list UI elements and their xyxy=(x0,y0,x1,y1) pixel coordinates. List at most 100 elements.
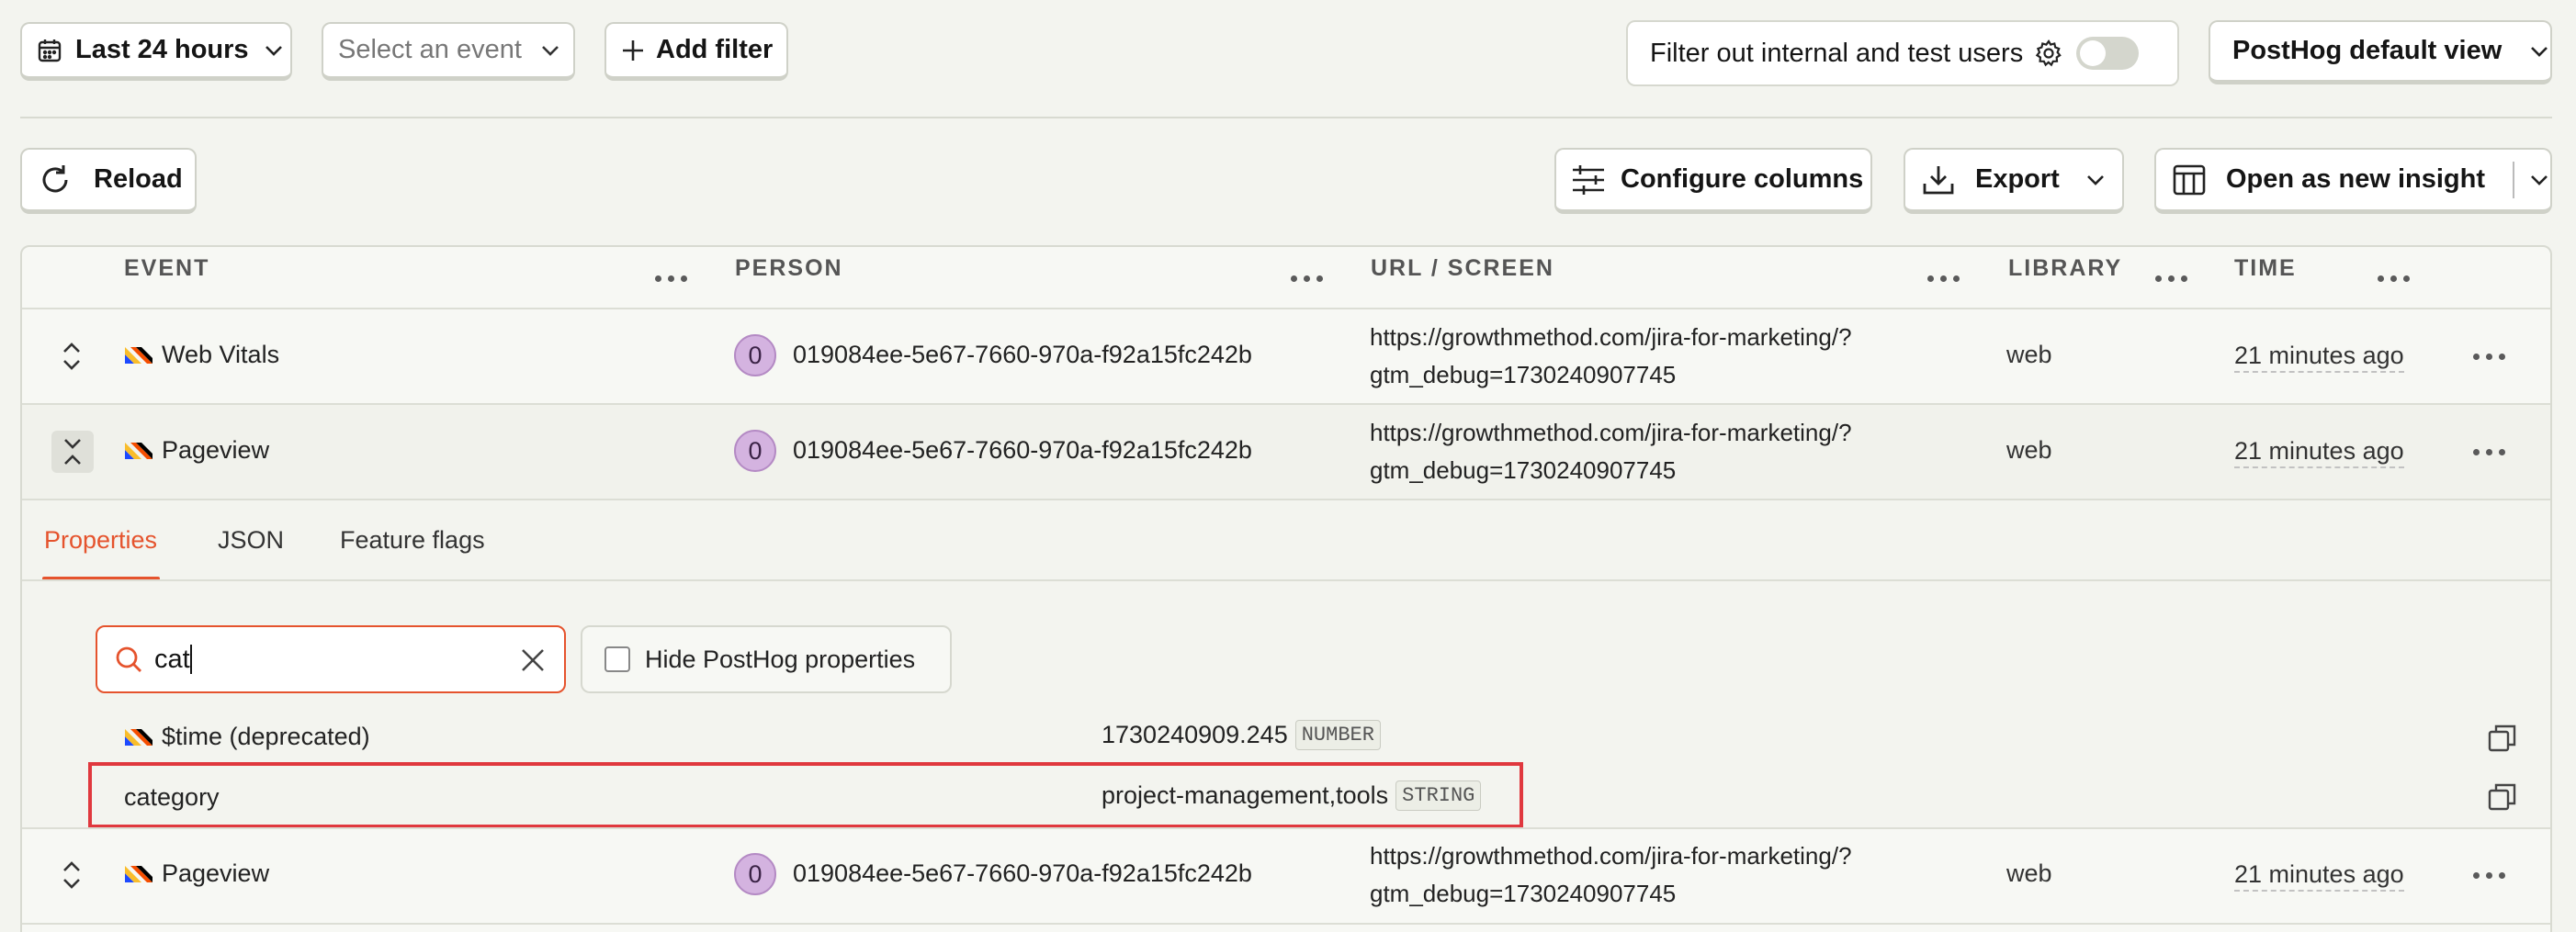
clear-icon[interactable] xyxy=(520,647,546,673)
posthog-logo-icon xyxy=(125,347,153,364)
event-name: Pageview xyxy=(162,436,270,464)
text-cursor xyxy=(189,645,192,674)
library-value: web xyxy=(2006,859,2052,887)
configure-columns-label: Configure columns xyxy=(1621,164,1864,194)
hide-posthog-label: Hide PostHog properties xyxy=(645,645,916,673)
url-cell[interactable]: https://growthmethod.com/jira-for-market… xyxy=(1370,837,1852,913)
event-select[interactable]: Select an event xyxy=(322,22,575,81)
plus-icon xyxy=(621,39,645,62)
table-row[interactable] xyxy=(22,309,2550,403)
copy-icon[interactable] xyxy=(2488,724,2517,753)
library-column-menu-icon[interactable] xyxy=(2155,275,2187,282)
table-row[interactable] xyxy=(22,829,2550,923)
view-label: PostHog default view xyxy=(2232,36,2503,65)
property-value-cell: project-management,tools STRING xyxy=(1102,780,1482,811)
event-select-placeholder: Select an event xyxy=(338,35,522,64)
header-library[interactable]: LIBRARY xyxy=(2008,255,2122,282)
property-name: $time (deprecated) xyxy=(162,723,370,750)
property-value[interactable]: project-management,tools xyxy=(1102,781,1388,809)
type-badge: STRING xyxy=(1395,780,1482,811)
open-insight-label: Open as new insight xyxy=(2226,164,2485,194)
open-insight-button[interactable]: Open as new insight xyxy=(2154,148,2552,214)
url-cell[interactable]: https://growthmethod.com/jira-for-market… xyxy=(1370,414,1852,489)
date-range-label: Last 24 hours xyxy=(75,35,249,64)
person-id[interactable]: 019084ee-5e67-7660-970a-f92a15fc242b xyxy=(793,436,1252,465)
sliders-icon xyxy=(1571,164,1606,196)
date-range-button[interactable]: Last 24 hours xyxy=(20,22,292,81)
row-divider xyxy=(22,923,2550,925)
checkbox[interactable] xyxy=(604,646,630,672)
url-line: https://growthmethod.com/jira-for-market… xyxy=(1370,419,1852,446)
chevron-down-icon[interactable] xyxy=(2529,174,2549,186)
button-divider xyxy=(2513,161,2514,198)
type-badge: NUMBER xyxy=(1294,720,1381,750)
library-value: web xyxy=(2006,436,2052,464)
reload-label: Reload xyxy=(94,164,183,194)
avatar[interactable]: 0 xyxy=(734,430,776,472)
tab-properties[interactable]: Properties xyxy=(44,526,157,555)
url-column-menu-icon[interactable] xyxy=(1927,275,1960,282)
reload-button[interactable]: Reload xyxy=(20,148,197,214)
avatar[interactable]: 0 xyxy=(734,334,776,376)
library-value: web xyxy=(2006,341,2052,368)
property-value[interactable]: 1730240909.245 xyxy=(1102,721,1288,748)
person-id[interactable]: 019084ee-5e67-7660-970a-f92a15fc242b xyxy=(793,341,1252,369)
tab-label: JSON xyxy=(218,526,285,554)
add-filter-label: Add filter xyxy=(656,35,774,64)
property-name: category xyxy=(124,783,220,811)
table-icon xyxy=(2173,163,2206,197)
chevron-down-icon xyxy=(2085,174,2106,186)
property-search-input[interactable]: cat xyxy=(96,625,566,693)
configure-columns-button[interactable]: Configure columns xyxy=(1554,148,1872,214)
gear-icon[interactable] xyxy=(2034,39,2063,68)
time-value[interactable]: 21 minutes ago xyxy=(2234,435,2404,468)
expand-icon[interactable] xyxy=(61,859,83,891)
chevron-down-icon xyxy=(264,44,284,57)
chevron-down-icon xyxy=(2529,45,2549,58)
avatar[interactable]: 0 xyxy=(734,853,776,895)
copy-icon[interactable] xyxy=(2488,782,2517,812)
view-select[interactable]: PostHog default view xyxy=(2209,20,2552,84)
time-value[interactable]: 21 minutes ago xyxy=(2234,859,2404,892)
header-time[interactable]: TIME xyxy=(2234,255,2297,282)
url-line: gtm_debug=1730240907745 xyxy=(1370,361,1677,388)
search-icon xyxy=(114,645,143,674)
tabs-divider xyxy=(22,579,2550,581)
posthog-logo-icon xyxy=(125,443,153,459)
toggle-switch[interactable] xyxy=(2076,37,2140,70)
toggle-knob xyxy=(2080,40,2107,66)
toolbar-divider xyxy=(20,117,2552,118)
collapse-icon[interactable] xyxy=(51,431,94,473)
url-line: https://growthmethod.com/jira-for-market… xyxy=(1370,323,1852,351)
person-id[interactable]: 019084ee-5e67-7660-970a-f92a15fc242b xyxy=(793,859,1252,888)
tab-feature-flags[interactable]: Feature flags xyxy=(340,526,485,555)
expand-icon[interactable] xyxy=(61,341,83,372)
row-menu-icon[interactable] xyxy=(2473,449,2505,455)
row-menu-icon[interactable] xyxy=(2473,354,2505,360)
event-name: Web Vitals xyxy=(162,341,280,368)
hide-posthog-properties-toggle[interactable]: Hide PostHog properties xyxy=(581,625,952,693)
calendar-icon xyxy=(37,38,62,63)
header-url[interactable]: URL / SCREEN xyxy=(1371,255,1554,282)
internal-users-filter[interactable]: Filter out internal and test users xyxy=(1626,20,2179,86)
table-row[interactable] xyxy=(22,405,2550,499)
search-value: cat xyxy=(154,644,190,674)
time-value[interactable]: 21 minutes ago xyxy=(2234,340,2404,373)
person-column-menu-icon[interactable] xyxy=(1291,275,1323,282)
tab-json[interactable]: JSON xyxy=(218,526,284,555)
filter-internal-label: Filter out internal and test users xyxy=(1650,38,2024,68)
header-event[interactable]: EVENT xyxy=(124,255,209,282)
export-button[interactable]: Export xyxy=(1904,148,2124,214)
property-value-cell: 1730240909.245 NUMBER xyxy=(1102,720,1381,750)
url-cell[interactable]: https://growthmethod.com/jira-for-market… xyxy=(1370,319,1852,394)
header-person[interactable]: PERSON xyxy=(735,255,843,282)
add-filter-button[interactable]: Add filter xyxy=(604,22,788,81)
posthog-logo-icon xyxy=(125,866,153,882)
tab-label: Properties xyxy=(44,526,158,554)
row-menu-icon[interactable] xyxy=(2473,872,2505,879)
tab-label: Feature flags xyxy=(340,526,485,554)
posthog-logo-icon xyxy=(125,729,153,746)
url-line: gtm_debug=1730240907745 xyxy=(1370,456,1677,484)
time-column-menu-icon[interactable] xyxy=(2378,275,2410,282)
event-column-menu-icon[interactable] xyxy=(655,275,687,282)
